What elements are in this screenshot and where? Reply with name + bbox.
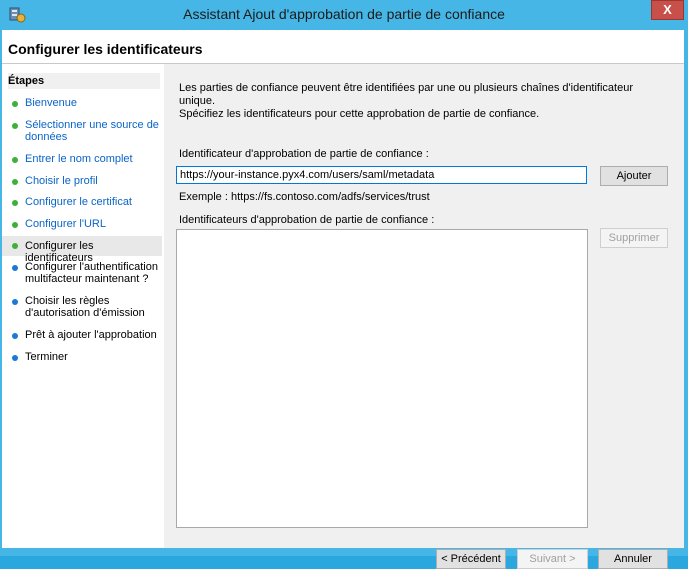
step-pending-icon bbox=[12, 299, 18, 305]
step-pending-icon bbox=[12, 355, 18, 361]
window-title: Assistant Ajout d'approbation de partie … bbox=[183, 6, 505, 22]
step-label: Sélectionner une source de données bbox=[25, 119, 159, 143]
step-finish[interactable]: Terminer bbox=[2, 351, 162, 365]
step-label: Choisir le profil bbox=[25, 175, 98, 187]
step-label: Choisir les règles d'autorisation d'émis… bbox=[25, 295, 145, 319]
step-label: Prêt à ajouter l'approbation bbox=[25, 329, 157, 341]
intro-line: Spécifiez les identificateurs pour cette… bbox=[179, 108, 540, 120]
steps-heading: Étapes bbox=[8, 73, 160, 89]
step-data-source[interactable]: Sélectionner une source de données bbox=[2, 119, 162, 145]
next-button[interactable]: Suivant > bbox=[517, 549, 588, 569]
step-display-name[interactable]: Entrer le nom complet bbox=[2, 153, 162, 167]
step-label: Entrer le nom complet bbox=[25, 153, 133, 165]
remove-button[interactable]: Supprimer bbox=[600, 228, 668, 248]
wizard-client-area: Configurer les identificateurs Étapes Bi… bbox=[2, 30, 684, 569]
step-complete-icon bbox=[12, 123, 18, 129]
step-current-icon bbox=[12, 243, 18, 249]
title-bar[interactable]: Assistant Ajout d'approbation de partie … bbox=[0, 0, 688, 30]
close-button[interactable]: X bbox=[651, 0, 684, 20]
step-complete-icon bbox=[12, 222, 18, 228]
step-identifiers[interactable]: Configurer les identificateurs bbox=[2, 236, 162, 264]
identifiers-list[interactable] bbox=[176, 229, 588, 528]
add-button[interactable]: Ajouter bbox=[600, 166, 668, 186]
step-url[interactable]: Configurer l'URL bbox=[2, 218, 162, 232]
step-complete-icon bbox=[12, 179, 18, 185]
step-issuance-rules[interactable]: Choisir les règles d'autorisation d'émis… bbox=[2, 295, 162, 321]
page-title: Configurer les identificateurs bbox=[8, 41, 203, 57]
identifier-input[interactable] bbox=[176, 166, 587, 184]
step-pending-icon bbox=[12, 265, 18, 271]
step-label: Configurer l'URL bbox=[25, 218, 106, 230]
step-profile[interactable]: Choisir le profil bbox=[2, 175, 162, 189]
wizard-window: Assistant Ajout d'approbation de partie … bbox=[0, 0, 688, 569]
step-complete-icon bbox=[12, 200, 18, 206]
step-label: Bienvenue bbox=[25, 97, 77, 109]
step-label: Configurer le certificat bbox=[25, 196, 132, 208]
step-pending-icon bbox=[12, 333, 18, 339]
step-bienvenue[interactable]: Bienvenue bbox=[2, 97, 162, 111]
identifier-label: Identificateur d'approbation de partie d… bbox=[179, 148, 429, 160]
step-complete-icon bbox=[12, 101, 18, 107]
main-panel: Les parties de confiance peuvent être id… bbox=[164, 64, 684, 569]
step-ready[interactable]: Prêt à ajouter l'approbation bbox=[2, 329, 162, 343]
intro-line: Les parties de confiance peuvent être id… bbox=[179, 82, 634, 107]
step-certificate[interactable]: Configurer le certificat bbox=[2, 196, 162, 210]
step-mfa[interactable]: Configurer l'authentification multifacte… bbox=[2, 261, 162, 287]
step-complete-icon bbox=[12, 157, 18, 163]
step-label: Configurer l'authentification multifacte… bbox=[25, 261, 158, 285]
steps-sidebar: Étapes Bienvenue Sélectionner une source… bbox=[2, 64, 163, 548]
page-header: Configurer les identificateurs bbox=[2, 30, 684, 64]
cancel-button[interactable]: Annuler bbox=[598, 549, 668, 569]
previous-button[interactable]: < Précédent bbox=[436, 549, 506, 569]
example-text: Exemple : https://fs.contoso.com/adfs/se… bbox=[179, 191, 430, 203]
intro-text: Les parties de confiance peuvent être id… bbox=[179, 82, 659, 121]
step-label: Terminer bbox=[25, 351, 68, 363]
identifiers-list-label: Identificateurs d'approbation de partie … bbox=[179, 214, 435, 226]
